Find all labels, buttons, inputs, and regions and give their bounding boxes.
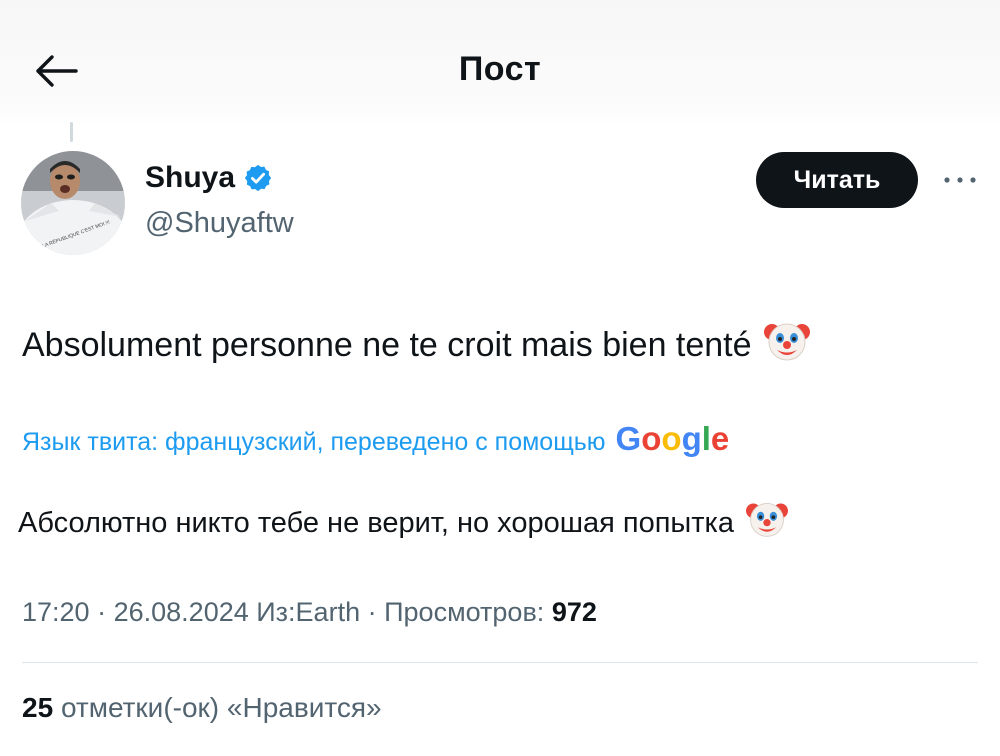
likes-label: отметки(-ок) «Нравится» [60,692,382,723]
google-logo: Google [615,420,730,457]
more-horizontal-icon [944,177,976,183]
avatar-image: LA RÉPUBLIQUE C'EST MOI !!! [21,151,125,255]
views-label[interactable]: Просмотров: [384,597,544,627]
display-name[interactable]: Shuya [145,161,235,195]
tweet-meta: 17:20 · 26.08.2024 Из:Earth · Просмотров… [22,597,597,628]
tweet-time[interactable]: 17:20 [22,597,90,627]
tweet-source: Из:Earth [256,597,361,627]
thread-connector-line [70,122,73,142]
author-name-row[interactable]: Shuya [145,161,273,195]
translation-info[interactable]: Язык твита: французский, переведено с по… [22,420,729,458]
tweet-text-content: Absolument personne ne te croit mais bie… [22,326,752,364]
follow-button[interactable]: Читать [756,152,918,208]
translated-text: Абсолютно никто тебе не верит, но хороша… [18,498,789,548]
translation-label: Язык твита: французский, переведено с по… [22,428,606,456]
avatar[interactable]: LA RÉPUBLIQUE C'EST MOI !!! [21,151,125,255]
more-button[interactable] [938,165,982,195]
views-count[interactable]: 972 [552,597,597,627]
translated-text-content: Абсолютно никто тебе не верит, но хороша… [18,506,735,539]
likes-stat[interactable]: 25 отметки(-ок) «Нравится» [22,692,382,724]
divider [22,662,978,663]
likes-count: 25 [22,692,54,723]
tweet-text: Absolument personne ne te croit mais bie… [22,318,810,373]
meta-separator: · [367,597,377,627]
page-title: Пост [458,50,542,88]
tweet-date[interactable]: 26.08.2024 [114,597,249,627]
user-handle[interactable]: @Shuyaftw [145,207,294,240]
top-bar: Пост [0,0,1000,128]
verified-badge-icon [244,164,272,192]
clown-face-emoji-icon [763,318,810,373]
clown-face-emoji-icon [746,498,789,548]
meta-separator: · [97,597,107,627]
